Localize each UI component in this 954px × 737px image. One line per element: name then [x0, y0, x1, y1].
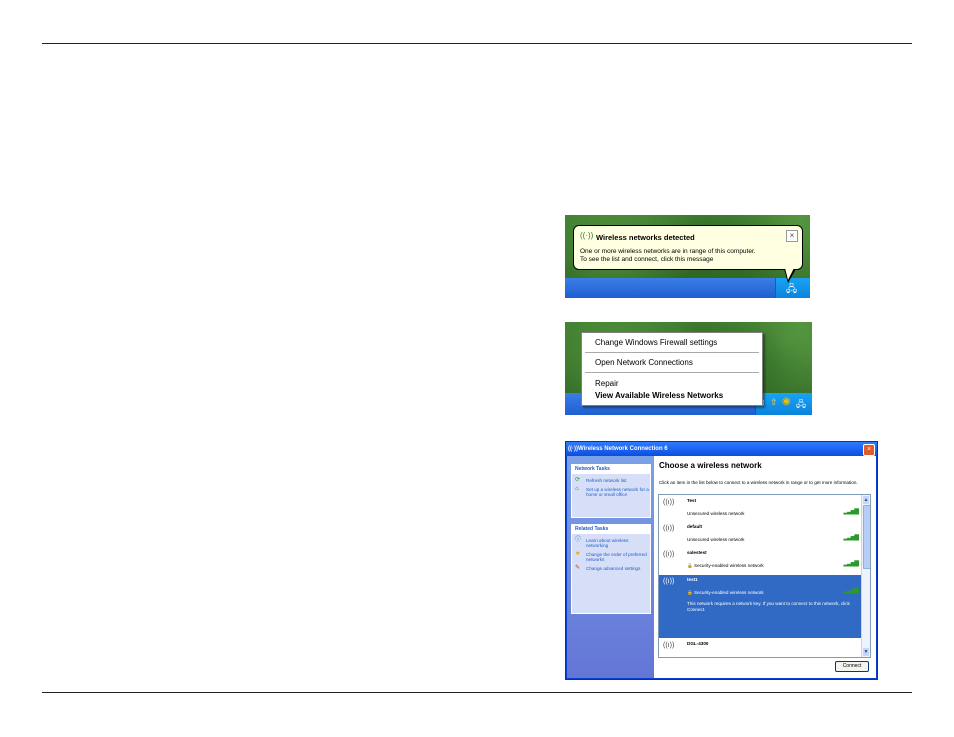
network-tray-icon[interactable]: 🖧	[796, 397, 806, 413]
balloon-tail-fill	[785, 268, 794, 280]
instructions: Click an item in the list below to conne…	[659, 480, 858, 485]
network-security: 🔒 Security-enabled wireless network	[687, 563, 764, 569]
network-list: ((ı)) Test Unsecured wireless network ▂▃…	[658, 494, 871, 658]
change-order-link[interactable]: ★ Change the order of preferred networks	[572, 551, 650, 562]
network-description: This network requires a network key. If …	[687, 601, 850, 612]
antenna-icon: ((ı))	[663, 551, 675, 558]
balloon-message: One or more wireless networks are in ran…	[580, 248, 756, 264]
network-item-selected[interactable]: ((ı)) test1 🔒 Security-enabled wireless …	[659, 575, 862, 638]
network-name: DGL-4300	[687, 641, 709, 646]
dialog-titlebar[interactable]: ((·)) Wireless Network Connection 6	[566, 442, 877, 456]
network-security: 🔒 Security-enabled wireless network	[687, 590, 764, 596]
context-menu: Change Windows Firewall settings Open Ne…	[581, 332, 763, 406]
lock-icon: 🔒	[687, 590, 693, 595]
update-tray-icon[interactable]: ⇧	[770, 397, 778, 408]
scroll-down-icon[interactable]: ▼	[863, 648, 869, 656]
balloon-line-1: One or more wireless networks are in ran…	[580, 248, 756, 255]
menu-separator	[585, 372, 759, 373]
setup-wireless-link[interactable]: ⌂ Set up a wireless network for a home or…	[572, 486, 650, 497]
menu-item-view-wireless[interactable]: View Available Wireless Networks	[595, 391, 723, 400]
wireless-icon: ((·))	[580, 231, 594, 240]
dialog-title: Wireless Network Connection 6	[578, 446, 668, 452]
network-name: Test	[687, 498, 697, 503]
network-security-label: Security-enabled wireless network	[694, 590, 764, 595]
setup-network-icon: ⌂	[575, 486, 579, 492]
taskbar: 🖧	[565, 278, 810, 298]
network-security-label: Security-enabled wireless network	[694, 563, 764, 568]
advanced-settings-link[interactable]: ✎ Change advanced settings	[572, 565, 650, 571]
close-icon[interactable]: ×	[786, 230, 798, 242]
task-sidebar: Network Tasks ⟳ Refresh network list ⌂ Set…	[567, 456, 654, 678]
network-item[interactable]: ((ı)) DGL-4300	[659, 639, 862, 657]
shield-tray-icon[interactable]: ◉	[782, 396, 791, 407]
related-tasks-panel: Related Tasks ⓘ Learn about wireless netw…	[571, 524, 651, 614]
network-item[interactable]: ((ı)) salestest 🔒 Security-enabled wirel…	[659, 548, 862, 573]
connect-button[interactable]: Connect	[835, 661, 869, 672]
wireless-icon: ((·))	[568, 446, 578, 452]
setup-wireless-label: Set up a wireless network for a home or …	[586, 487, 649, 497]
network-security: Unsecured wireless network	[687, 537, 745, 542]
change-order-label: Change the order of preferred networks	[586, 552, 647, 562]
dialog-main: Choose a wireless network Click an item …	[654, 456, 876, 678]
signal-strength-icon: ▂▃▅▇	[843, 535, 860, 541]
star-icon: ★	[575, 551, 581, 557]
info-icon: ⓘ	[575, 537, 582, 543]
network-tasks-panel: Network Tasks ⟳ Refresh network list ⌂ Set…	[571, 464, 651, 518]
signal-strength-icon: ▂▃▅▇	[843, 588, 860, 594]
scroll-thumb[interactable]	[863, 505, 870, 569]
antenna-icon: ((ı))	[663, 642, 675, 649]
antenna-icon: ((ı))	[663, 578, 675, 585]
top-rule	[42, 43, 912, 44]
balloon-title: Wireless networks detected	[596, 233, 695, 242]
refresh-network-list-link[interactable]: ⟳ Refresh network list	[572, 477, 650, 483]
network-tray-icon[interactable]: 🖧	[786, 282, 797, 298]
antenna-icon: ((ı))	[663, 499, 675, 506]
learn-wireless-label: Learn about wireless networking	[586, 538, 629, 548]
antenna-icon: ((ı))	[663, 525, 675, 532]
scrollbar[interactable]: ▲ ▼	[861, 495, 870, 657]
menu-item-firewall[interactable]: Change Windows Firewall settings	[595, 338, 717, 347]
balloon-screenshot: 🖧 ((·)) Wireless networks detected × One…	[565, 215, 810, 298]
network-security: Unsecured wireless network	[687, 511, 745, 516]
balloon-line-2: To see the list and connect, click this …	[580, 256, 714, 263]
system-tray: ⊠ ⇧ ◉ 🖧	[755, 393, 812, 415]
refresh-network-list-label: Refresh network list	[586, 478, 627, 483]
network-name: default	[687, 524, 703, 529]
signal-strength-icon: ▂▃▅▇	[843, 509, 860, 515]
menu-screenshot: ⊠ ⇧ ◉ 🖧 Change Windows Firewall settings…	[565, 322, 812, 415]
settings-icon: ✎	[575, 565, 581, 571]
close-button[interactable]: ×	[863, 444, 875, 456]
page-title: Choose a wireless network	[659, 461, 762, 470]
learn-wireless-link[interactable]: ⓘ Learn about wireless networking	[572, 537, 650, 548]
network-name: salestest	[687, 550, 707, 555]
signal-strength-icon: ▂▃▅▇	[843, 561, 860, 567]
notification-balloon[interactable]: ((·)) Wireless networks detected × One o…	[573, 225, 803, 283]
advanced-settings-label: Change advanced settings	[586, 566, 641, 571]
related-tasks-header: Related Tasks	[572, 525, 650, 534]
lock-icon: 🔒	[687, 563, 693, 568]
menu-separator	[585, 352, 759, 353]
network-name: test1	[687, 577, 698, 582]
scroll-up-icon[interactable]: ▲	[863, 496, 869, 504]
menu-item-repair[interactable]: Repair	[595, 379, 619, 388]
menu-item-open-connections[interactable]: Open Network Connections	[595, 358, 693, 367]
refresh-icon: ⟳	[575, 477, 581, 483]
bottom-rule	[42, 692, 912, 693]
network-item[interactable]: ((ı)) default Unsecured wireless network…	[659, 522, 862, 547]
wireless-connection-dialog: ((·)) Wireless Network Connection 6 × Ne…	[565, 441, 878, 680]
network-item[interactable]: ((ı)) Test Unsecured wireless network ▂▃…	[659, 496, 862, 521]
network-tasks-header: Network Tasks	[572, 465, 650, 474]
